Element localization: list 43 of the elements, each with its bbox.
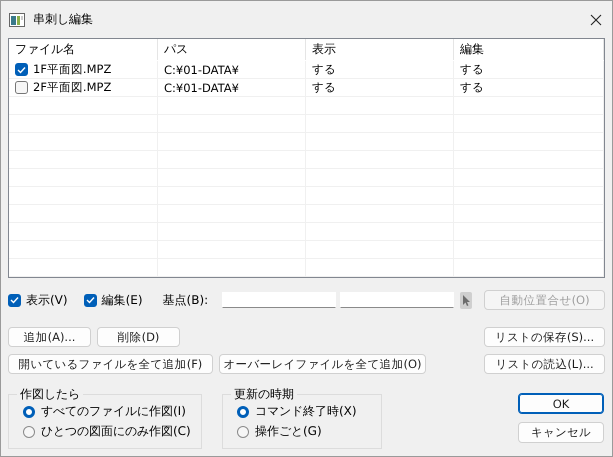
checkbox[interactable]	[84, 294, 97, 306]
table-cell: C:¥01-DATA¥	[164, 80, 239, 94]
radio-label: すべてのファイルに作図(I)	[41, 403, 186, 420]
checkbox[interactable]	[8, 294, 21, 306]
radio-button[interactable]	[237, 426, 249, 438]
column-header[interactable]: ファイル名	[9, 39, 158, 60]
group-title: 更新の時期	[233, 386, 295, 403]
table-cell: する	[460, 80, 484, 95]
action-button[interactable]: 開いているファイルを全て追加(F)	[8, 354, 213, 374]
table-cell: 2F平面図.MPZ	[33, 80, 112, 95]
group-title: 作図したら	[19, 386, 81, 403]
column-header[interactable]: 編集	[454, 39, 604, 60]
radio-button[interactable]	[237, 406, 249, 418]
table-cell: する	[312, 80, 336, 95]
input-field[interactable]	[340, 292, 454, 308]
table-cell: 1F平面図.MPZ	[33, 62, 112, 77]
close-icon[interactable]	[590, 14, 602, 26]
action-button[interactable]: 追加(A)...	[8, 327, 91, 347]
action-button[interactable]: リストの保存(S)...	[484, 327, 605, 347]
column-header[interactable]: 表示	[306, 39, 454, 60]
action-button[interactable]: オーバーレイファイルを全て追加(O)	[219, 354, 426, 374]
window-icon	[9, 12, 25, 26]
input-field[interactable]	[222, 292, 336, 308]
radio-button[interactable]	[23, 406, 35, 418]
radio-label: 操作ごと(G)	[255, 423, 322, 440]
radio-label: ひとつの図面にのみ作図(C)	[41, 423, 191, 440]
table-cell: する	[312, 62, 336, 77]
base-point-label: 基点(B):	[162, 292, 208, 308]
action-button[interactable]: 削除(D)	[97, 327, 180, 347]
checkbox[interactable]	[15, 81, 28, 94]
table-cell: C:¥01-DATA¥	[164, 62, 239, 76]
dialog-button[interactable]: キャンセル	[518, 422, 604, 443]
radio-label: コマンド終了時(X)	[255, 403, 357, 420]
checkbox[interactable]	[15, 63, 28, 76]
checkbox-label: 表示(V)	[26, 292, 68, 308]
action-button[interactable]: リストの読込(L)...	[484, 354, 605, 374]
dialog-button[interactable]: OK	[518, 393, 604, 414]
pointer-icon[interactable]	[460, 292, 472, 308]
column-header[interactable]: パス	[158, 39, 306, 60]
radio-button[interactable]	[23, 426, 35, 438]
checkbox-label: 編集(E)	[102, 292, 143, 308]
window-title: 串刺し編集	[33, 11, 94, 28]
table-cell: する	[460, 62, 484, 77]
